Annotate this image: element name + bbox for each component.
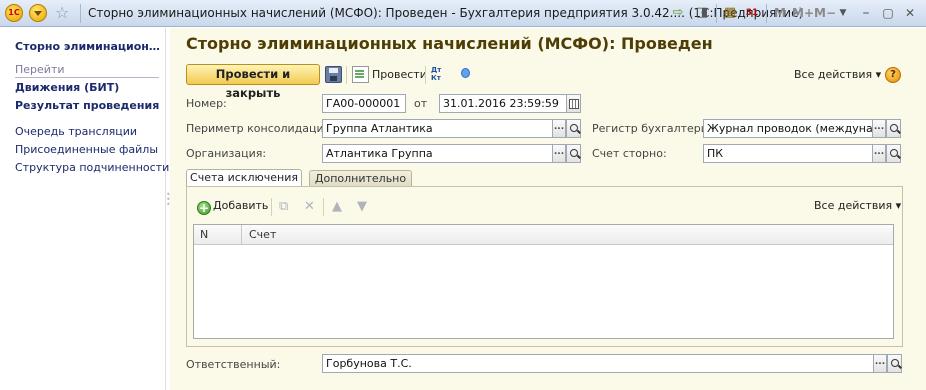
add-row-button[interactable]: + Добавить <box>197 199 268 215</box>
storno-account-label: Счет сторно: <box>592 147 667 160</box>
help-icon[interactable]: ? <box>885 67 901 83</box>
dt-kt-icon[interactable]: Дт Кт <box>431 66 448 83</box>
titlebar-separator <box>80 4 81 23</box>
search-icon <box>889 124 898 132</box>
move-up-icon[interactable]: ▲ <box>332 199 342 214</box>
search-icon <box>569 124 578 132</box>
close-icon[interactable]: ✕ <box>900 3 920 23</box>
sidebar-item-movements[interactable]: Движения (БИТ) <box>15 81 119 94</box>
storno-account-choose-button[interactable]: ... <box>872 144 886 163</box>
search-icon <box>569 149 578 157</box>
link-icon[interactable]: ◨ <box>692 3 712 23</box>
register-choose-button[interactable]: ... <box>872 119 886 138</box>
excluded-accounts-table[interactable]: N Счет <box>193 224 894 339</box>
table-all-actions-label: Все действия <box>814 199 893 212</box>
calendar-small-icon <box>568 99 579 109</box>
organization-choose-button[interactable]: ... <box>552 144 566 163</box>
add-label: Добавить <box>213 199 269 212</box>
sidebar-item-subordination[interactable]: Структура подчиненности <box>15 161 169 174</box>
calculator-icon[interactable]: ▦ <box>720 3 740 23</box>
delete-row-icon[interactable]: ✕ <box>304 199 315 214</box>
perimeter-choose-button[interactable]: ... <box>552 119 566 138</box>
titlebar-separator <box>716 4 717 23</box>
toolbar-separator <box>425 66 426 84</box>
go-forward-icon[interactable]: ⇨ <box>668 3 688 23</box>
table-all-actions-menu[interactable]: Все действия ▾ <box>814 199 901 212</box>
all-actions-menu[interactable]: Все действия ▾ <box>794 68 881 81</box>
responsible-open-button[interactable] <box>887 354 902 373</box>
navigation-panel: Сторно элиминацион… Перейти Движения (БИ… <box>0 28 169 390</box>
search-icon <box>889 149 898 157</box>
register-label: Регистр бухгалтерии: <box>592 122 719 135</box>
window-titlebar: 1С ☆ Сторно элиминационных начислений (М… <box>0 0 926 27</box>
copy-row-icon[interactable]: ⧉ <box>279 199 288 214</box>
memory-plus-button[interactable]: M+ <box>792 3 814 23</box>
favorite-star-icon[interactable]: ☆ <box>55 3 69 23</box>
save-icon[interactable] <box>325 66 342 83</box>
column-header-account[interactable]: Счет <box>243 225 276 245</box>
perimeter-label: Периметр консолидации: <box>186 122 335 135</box>
toolbar-separator <box>271 198 272 216</box>
toolbar-separator <box>346 66 347 84</box>
app-logo-icon[interactable]: 1С <box>5 4 23 22</box>
restore-icon[interactable]: ▢ <box>878 3 898 23</box>
titlebar-separator <box>766 4 767 23</box>
tab-additional[interactable]: Дополнительно <box>309 170 412 187</box>
date-field[interactable]: 31.01.2016 23:59:59 <box>439 94 567 113</box>
sidebar-item-posting-result[interactable]: Результат проведения <box>15 99 159 112</box>
post-and-close-button[interactable]: Провести и закрыть <box>186 64 320 100</box>
perimeter-open-button[interactable] <box>566 119 581 138</box>
organization-open-button[interactable] <box>566 144 581 163</box>
chevron-down-icon[interactable]: ▼ <box>837 3 849 23</box>
perimeter-field[interactable]: Группа Атлантика <box>322 119 553 138</box>
sidebar-doc-link[interactable]: Сторно элиминацион… <box>15 40 160 53</box>
move-down-icon[interactable]: ▼ <box>357 199 367 214</box>
memory-minus-button[interactable]: M− <box>814 3 836 23</box>
organization-label: Организация: <box>186 147 267 160</box>
register-open-button[interactable] <box>886 119 901 138</box>
responsible-field[interactable]: Горбунова Т.С. <box>322 354 874 373</box>
calendar-icon[interactable]: 31 <box>742 3 762 23</box>
responsible-label: Ответственный: <box>186 358 281 371</box>
post-icon[interactable] <box>352 66 369 83</box>
bulb-icon[interactable] <box>458 66 473 83</box>
all-actions-label: Все действия <box>794 68 873 81</box>
organization-field[interactable]: Атлантика Группа <box>322 144 553 163</box>
calendar-picker-button[interactable] <box>566 94 581 113</box>
search-icon <box>890 359 899 367</box>
storno-account-field[interactable]: ПК <box>703 144 873 163</box>
sidebar-item-translation-queue[interactable]: Очередь трансляции <box>15 125 137 138</box>
tab-excluded-accounts[interactable]: Счета исключения <box>186 169 302 187</box>
toolbar-separator <box>323 198 324 216</box>
column-header-n[interactable]: N <box>194 225 242 245</box>
sidebar-item-attached-files[interactable]: Присоединенные файлы <box>15 143 158 156</box>
main-menu-icon[interactable] <box>29 4 47 22</box>
register-field[interactable]: Журнал проводок (международ- <box>703 119 873 138</box>
storno-account-open-button[interactable] <box>886 144 901 163</box>
minimize-icon[interactable]: – <box>856 3 876 23</box>
page-title: Сторно элиминационных начислений (МСФО):… <box>186 34 713 53</box>
add-icon: + <box>197 201 211 215</box>
table-header: N Счет <box>194 225 893 245</box>
number-label: Номер: <box>186 97 227 110</box>
sidebar-section-header: Перейти <box>15 63 159 78</box>
date-separator-label: от <box>414 97 428 110</box>
post-button[interactable]: Провести <box>372 68 427 81</box>
number-field[interactable]: ГА00-000001 <box>322 94 406 113</box>
responsible-choose-button[interactable]: ... <box>873 354 887 373</box>
memory-m-button[interactable]: M <box>772 3 788 23</box>
